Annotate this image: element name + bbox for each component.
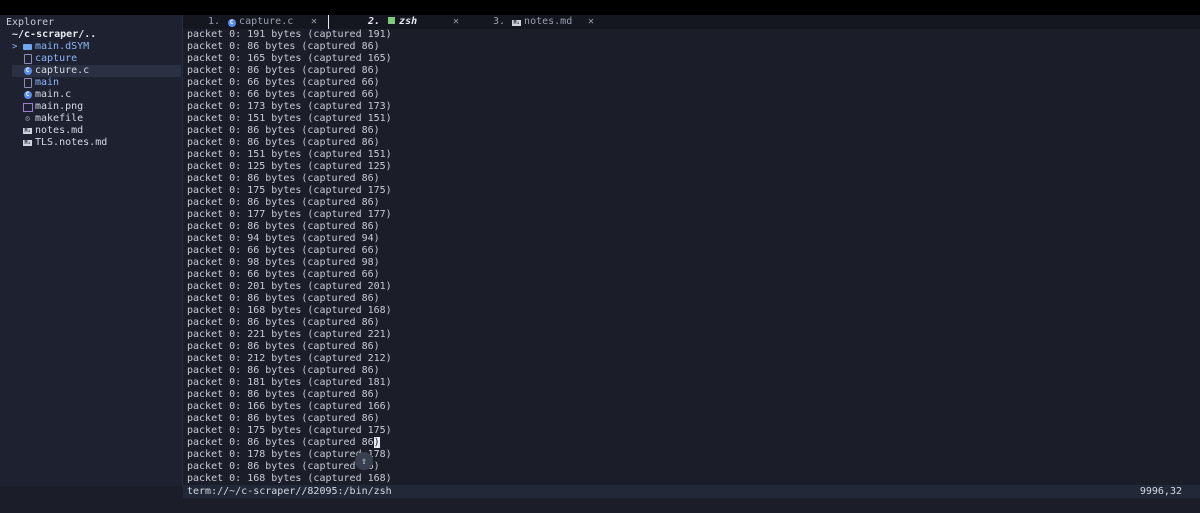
file-icon (22, 78, 33, 88)
terminal-line: packet 0: 86 bytes (captured 86) (187, 365, 380, 376)
sidebar-item-label: main.dSYM (35, 41, 90, 52)
status-path: term://~/c-scraper//82095:/bin/zsh (187, 486, 392, 497)
terminal-line: packet 0: 66 bytes (captured 66) (187, 269, 380, 280)
markdown-file-icon: M↓ (23, 128, 32, 134)
file-icon (22, 54, 33, 64)
terminal-line: packet 0: 221 bytes (captured 221) (187, 329, 392, 340)
terminal-line: packet 0: 86 bytes (captured 86) (187, 389, 380, 400)
c-file-icon: C (22, 90, 33, 100)
status-position: 9996,32 (1139, 486, 1182, 497)
terminal-line: packet 0: 151 bytes (captured 151) (187, 149, 392, 160)
terminal-line: packet 0: 86 bytes (captured 86) (187, 317, 380, 328)
text-cursor: ) (373, 437, 380, 448)
terminal-line: packet 0: 201 bytes (captured 201) (187, 281, 392, 292)
terminal-line: packet 0: 175 bytes (captured 175) (187, 425, 392, 436)
terminal-line: packet 0: 151 bytes (captured 151) (187, 113, 392, 124)
terminal-line: packet 0: 125 bytes (captured 125) (187, 161, 392, 172)
terminal-line: packet 0: 166 bytes (captured 166) (187, 401, 392, 412)
terminal-line: packet 0: 86 bytes (captured 86) (187, 413, 380, 424)
sidebar-item[interactable]: > main.dSYM (12, 41, 181, 53)
tab-number: 1. (208, 16, 221, 27)
terminal-line: packet 0: 177 bytes (captured 177) (187, 209, 392, 220)
chevron-right-icon: > (12, 42, 18, 52)
terminal-line: packet 0: 181 bytes (captured 181) (187, 377, 392, 388)
terminal-line: packet 0: 191 bytes (captured 191) (187, 29, 392, 40)
terminal-line: packet 0: 212 bytes (captured 212) (187, 353, 392, 364)
markdown-file-icon: M↓ (512, 20, 522, 26)
sidebar-item-label: main.png (35, 101, 84, 112)
sidebar-item[interactable]: M↓ TLS.notes.md (12, 137, 181, 149)
terminal-icon (386, 16, 397, 26)
close-icon[interactable]: ✕ (588, 15, 594, 29)
terminal-line: packet 0: 86 bytes (captured 86) (187, 437, 380, 448)
terminal-line: packet 0: 66 bytes (captured 66) (187, 89, 380, 100)
sidebar-item-label: main.c (35, 89, 72, 100)
sidebar-item[interactable]: Cmain.c (12, 89, 181, 101)
sidebar-item-label: main (35, 77, 60, 88)
tab-zsh[interactable]: 2. zsh (368, 15, 417, 29)
tab-number: 3. (493, 16, 506, 27)
terminal-line: packet 0: 86 bytes (captured 86) (187, 173, 380, 184)
terminal-line: packet 0: 86 bytes (captured 86) (187, 137, 380, 148)
makefile-icon: ⚙ (25, 114, 30, 123)
top-strip (0, 0, 1200, 15)
sidebar-item[interactable]: ⚙ makefile (12, 113, 181, 125)
terminal-line: packet 0: 165 bytes (captured 165) (187, 53, 392, 64)
terminal-output[interactable]: packet 0: 191 bytes (captured 191) packet… (187, 29, 1197, 485)
sidebar-item[interactable]: main.png (12, 101, 181, 113)
explorer-title: Explorer (6, 17, 55, 28)
tab-number: 2. (368, 16, 381, 27)
folder-icon (22, 42, 33, 52)
bottom-area (0, 498, 1200, 513)
sidebar-item[interactable]: M↓ notes.md (12, 125, 181, 137)
terminal-line: packet 0: 66 bytes (captured 66) (187, 77, 380, 88)
tab-label: notes.md (524, 16, 573, 27)
scroll-to-top-icon[interactable]: ⇧ (355, 452, 373, 470)
explorer-sidebar: Explorer ~/c-scraper/.. > main.dSYM captur… (0, 15, 183, 486)
tab-capture-c[interactable]: 1. Ccapture.c (208, 15, 293, 29)
tab-notes-md[interactable]: 3. M↓ notes.md (493, 15, 572, 29)
image-file-icon (22, 102, 33, 112)
c-file-icon: C (226, 18, 237, 28)
status-bar: term://~/c-scraper//82095:/bin/zsh 9996,… (183, 485, 1200, 498)
tab-label: capture.c (239, 16, 294, 27)
terminal-line: packet 0: 86 bytes (captured 86) (187, 125, 380, 136)
terminal-line: packet 0: 86 bytes (captured 86) (187, 65, 380, 76)
sidebar-item-label: TLS.notes.md (35, 137, 108, 148)
terminal-line: packet 0: 98 bytes (captured 98) (187, 257, 380, 268)
tab-bar: 1. Ccapture.c ✕ 2. zsh ✕ 3. M↓ notes.md ✕ (183, 15, 1200, 29)
sidebar-item-label: notes.md (35, 125, 84, 136)
c-file-icon: C (22, 66, 33, 76)
terminal-line: packet 0: 86 bytes (captured 86) (187, 41, 380, 52)
sidebar-item-label: capture (35, 53, 78, 64)
sidebar-item[interactable]: main (12, 77, 181, 89)
sidebar-item-label: capture.c (35, 65, 90, 76)
terminal-line: packet 0: 173 bytes (captured 173) (187, 101, 392, 112)
terminal-line: packet 0: 94 bytes (captured 94) (187, 233, 380, 244)
file-tree: > main.dSYM capture Ccapture.c main Cmain.c ma… (12, 41, 181, 149)
terminal-line: packet 0: 175 bytes (captured 175) (187, 185, 392, 196)
terminal-line: packet 0: 86 bytes (captured 86) (187, 197, 380, 208)
sidebar-item-label: makefile (35, 113, 84, 124)
tab-label: zsh (399, 16, 418, 27)
close-icon[interactable]: ✕ (311, 15, 317, 29)
terminal-line: packet 0: 86 bytes (captured 86) (187, 293, 380, 304)
terminal-line: packet 0: 178 bytes (captured 178) (187, 449, 392, 460)
terminal-line: packet 0: 86 bytes (captured 86) (187, 221, 380, 232)
sidebar-item[interactable]: capture (12, 53, 181, 65)
close-icon[interactable]: ✕ (453, 15, 459, 29)
explorer-root-path[interactable]: ~/c-scraper/.. (12, 29, 96, 40)
terminal-line: packet 0: 86 bytes (captured 86) (187, 461, 380, 472)
terminal-line: packet 0: 86 bytes (captured 86) (187, 341, 380, 352)
terminal-line: packet 0: 168 bytes (captured 168) (187, 473, 392, 484)
terminal-line: packet 0: 168 bytes (captured 168) (187, 305, 392, 316)
sidebar-item[interactable]: Ccapture.c (12, 65, 181, 77)
tab-cursor (328, 15, 329, 29)
terminal-line: packet 0: 66 bytes (captured 66) (187, 245, 380, 256)
markdown-file-icon: M↓ (23, 140, 32, 146)
